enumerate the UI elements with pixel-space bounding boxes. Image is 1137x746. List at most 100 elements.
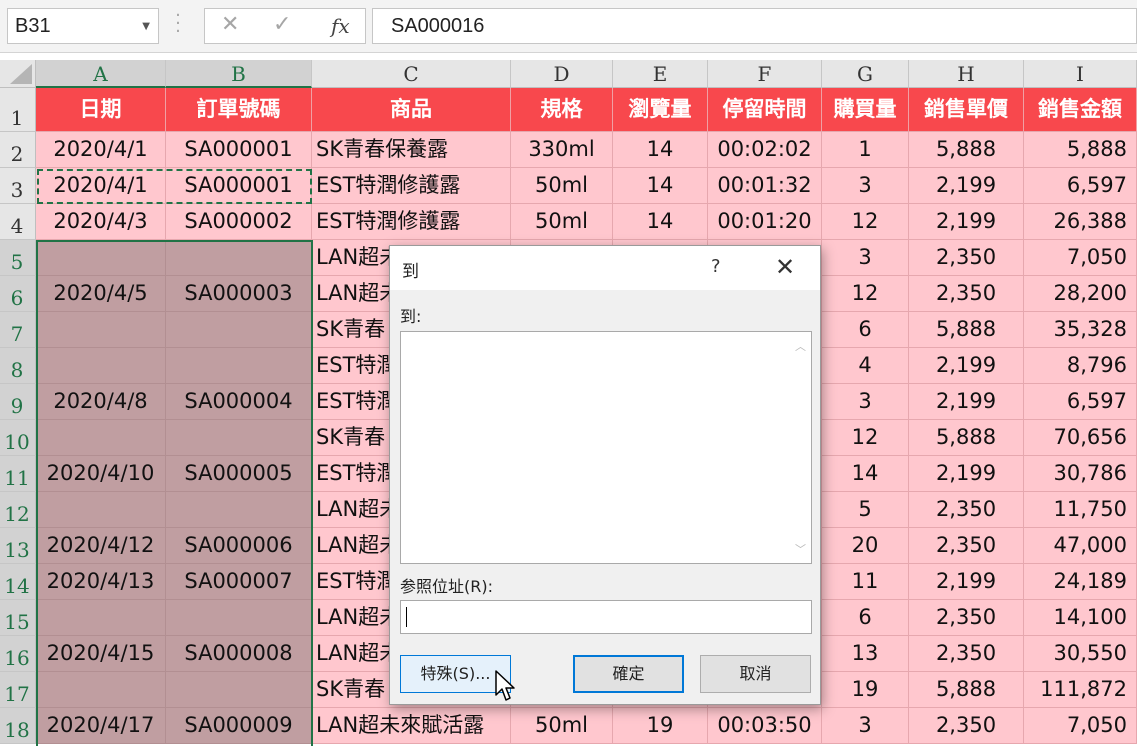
cell-f4[interactable]: 00:01:20 [708,204,822,240]
cell-g8[interactable]: 4 [822,348,909,384]
row-header-13[interactable]: 13 [0,528,36,564]
cell-g10[interactable]: 12 [822,420,909,456]
cell-i11[interactable]: 30,786 [1024,456,1137,492]
cell-h9[interactable]: 2,199 [909,384,1024,420]
cell-b16[interactable]: SA000008 [166,636,312,672]
cell-a8[interactable] [36,348,166,384]
name-box-value[interactable]: B31 [15,15,51,38]
cell-f3[interactable]: 00:01:32 [708,168,822,204]
cell-c3[interactable]: EST特潤修護露 [312,168,511,204]
cell-h15[interactable]: 2,350 [909,600,1024,636]
cell-a6[interactable]: 2020/4/5 [36,276,166,312]
cell-g18[interactable]: 3 [822,708,909,744]
cell-f2[interactable]: 00:02:02 [708,132,822,168]
close-icon[interactable]: ✕ [221,12,239,37]
cell-i5[interactable]: 7,050 [1024,240,1137,276]
scroll-down-icon[interactable]: ﹀ [795,541,806,557]
cell-i17[interactable]: 111,872 [1024,672,1137,708]
row-header-4[interactable]: 4 [0,204,36,240]
cell-e1[interactable]: 瀏覽量 [613,88,708,132]
row-header-7[interactable]: 7 [0,312,36,348]
column-header-i[interactable]: I [1024,60,1137,88]
row-header-6[interactable]: 6 [0,276,36,312]
cell-g7[interactable]: 6 [822,312,909,348]
cell-a5[interactable] [36,240,166,276]
row-header-12[interactable]: 12 [0,492,36,528]
cell-h14[interactable]: 2,199 [909,564,1024,600]
cell-h10[interactable]: 5,888 [909,420,1024,456]
cell-g16[interactable]: 13 [822,636,909,672]
cell-i7[interactable]: 35,328 [1024,312,1137,348]
cell-a12[interactable] [36,492,166,528]
cell-g6[interactable]: 12 [822,276,909,312]
cell-a15[interactable] [36,600,166,636]
column-header-d[interactable]: D [511,60,613,88]
cell-a11[interactable]: 2020/4/10 [36,456,166,492]
cell-a7[interactable] [36,312,166,348]
cell-i13[interactable]: 47,000 [1024,528,1137,564]
row-header-18[interactable]: 18 [0,708,36,744]
cell-a4[interactable]: 2020/4/3 [36,204,166,240]
cell-b17[interactable] [166,672,312,708]
cell-d18[interactable]: 50ml [511,708,613,744]
cell-h11[interactable]: 2,199 [909,456,1024,492]
cell-h1[interactable]: 銷售單價 [909,88,1024,132]
ok-button[interactable]: 確定 [573,655,684,693]
cell-g17[interactable]: 19 [822,672,909,708]
cell-h18[interactable]: 2,350 [909,708,1024,744]
dialog-titlebar[interactable]: 到 ? ✕ [390,246,820,290]
cell-a10[interactable] [36,420,166,456]
cancel-button[interactable]: 取消 [700,655,811,693]
cell-h6[interactable]: 2,350 [909,276,1024,312]
row-header-5[interactable]: 5 [0,240,36,276]
cell-a3[interactable]: 2020/4/1 [36,168,166,204]
goto-listbox[interactable]: ︿ ﹀ [400,331,812,564]
cell-e2[interactable]: 14 [613,132,708,168]
cell-i8[interactable]: 8,796 [1024,348,1137,384]
cell-i16[interactable]: 30,550 [1024,636,1137,672]
row-header-9[interactable]: 9 [0,384,36,420]
cell-a16[interactable]: 2020/4/15 [36,636,166,672]
cell-g14[interactable]: 11 [822,564,909,600]
cell-e18[interactable]: 19 [613,708,708,744]
cell-b6[interactable]: SA000003 [166,276,312,312]
chevron-down-icon[interactable]: ▼ [142,21,150,32]
column-header-a[interactable]: A [36,60,166,88]
cell-g5[interactable]: 3 [822,240,909,276]
cell-b5[interactable] [166,240,312,276]
formula-value[interactable]: SA000016 [391,15,484,38]
cell-b7[interactable] [166,312,312,348]
cell-c4[interactable]: EST特潤修護露 [312,204,511,240]
cell-h7[interactable]: 5,888 [909,312,1024,348]
cell-i14[interactable]: 24,189 [1024,564,1137,600]
cell-b8[interactable] [166,348,312,384]
cell-i4[interactable]: 26,388 [1024,204,1137,240]
scroll-up-icon[interactable]: ︿ [795,338,806,354]
cell-b3[interactable]: SA000001 [166,168,312,204]
cell-a1[interactable]: 日期 [36,88,166,132]
cell-h8[interactable]: 2,199 [909,348,1024,384]
row-header-16[interactable]: 16 [0,636,36,672]
cell-i15[interactable]: 14,100 [1024,600,1137,636]
cell-d3[interactable]: 50ml [511,168,613,204]
cell-e4[interactable]: 14 [613,204,708,240]
cell-c1[interactable]: 商品 [312,88,511,132]
column-header-f[interactable]: F [708,60,822,88]
row-header-3[interactable]: 3 [0,168,36,204]
cell-a14[interactable]: 2020/4/13 [36,564,166,600]
cell-b4[interactable]: SA000002 [166,204,312,240]
cell-g11[interactable]: 14 [822,456,909,492]
row-header-14[interactable]: 14 [0,564,36,600]
function-icon[interactable]: fx [331,14,350,38]
cell-b2[interactable]: SA000001 [166,132,312,168]
column-header-b[interactable]: B [166,60,312,88]
cell-h3[interactable]: 2,199 [909,168,1024,204]
cell-i10[interactable]: 70,656 [1024,420,1137,456]
row-header-15[interactable]: 15 [0,600,36,636]
name-box[interactable]: B31 ▼ [7,8,159,44]
cell-c18[interactable]: LAN超未來賦活露 [312,708,511,744]
cell-g15[interactable]: 6 [822,600,909,636]
cell-h4[interactable]: 2,199 [909,204,1024,240]
cell-f1[interactable]: 停留時間 [708,88,822,132]
cell-i18[interactable]: 7,050 [1024,708,1137,744]
